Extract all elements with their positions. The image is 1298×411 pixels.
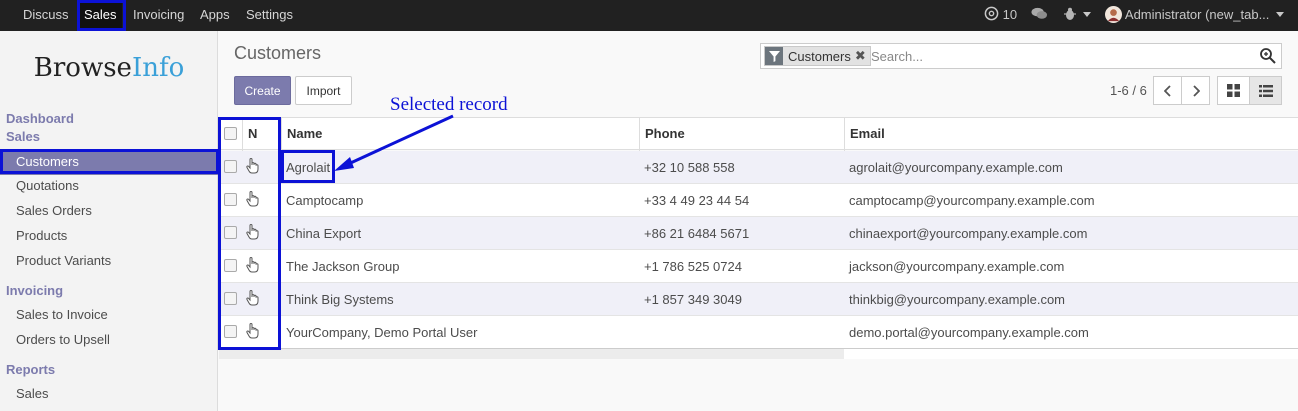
- search-bar[interactable]: Customers ✖: [760, 43, 1282, 69]
- pager-next-button[interactable]: [1181, 76, 1210, 105]
- drag-handle-icon[interactable]: [246, 191, 260, 207]
- column-handle[interactable]: N: [248, 126, 257, 141]
- pager-value[interactable]: 1-6 / 6: [1110, 83, 1147, 98]
- row-email: jackson@yourcompany.example.com: [849, 259, 1065, 274]
- sidebar-section-invoicing: Invoicing: [6, 283, 64, 298]
- row-email: thinkbig@yourcompany.example.com: [849, 292, 1065, 307]
- sidebar-item-sales-to-invoice[interactable]: Sales to Invoice: [16, 307, 108, 322]
- drag-handle-icon[interactable]: [246, 158, 260, 174]
- sidebar-item-dashboard[interactable]: Dashboard: [6, 111, 74, 126]
- search-facet-label: Customers: [788, 48, 851, 64]
- list-view-button[interactable]: [1249, 76, 1282, 105]
- caret-down-icon: [1276, 12, 1285, 17]
- row-phone: +32 10 588 558: [644, 160, 735, 175]
- table-row[interactable]: Think Big Systems +1 857 349 3049 thinkbig…: [219, 283, 1298, 316]
- table-row[interactable]: YourCompany, Demo Portal User demo.portal…: [219, 316, 1298, 349]
- row-name: Agrolait: [286, 160, 331, 175]
- row-phone: +86 21 6484 5671: [644, 226, 750, 241]
- row-checkbox[interactable]: [224, 160, 237, 173]
- sidebar-item-sales-orders[interactable]: Sales Orders: [16, 203, 92, 218]
- activity-button[interactable]: 10: [984, 0, 1017, 31]
- menu-apps[interactable]: Apps: [200, 0, 230, 31]
- column-name[interactable]: Name: [287, 126, 322, 141]
- drag-handle-icon[interactable]: [246, 290, 260, 306]
- column-phone[interactable]: Phone: [645, 126, 685, 141]
- row-phone: +1 786 525 0724: [644, 259, 742, 274]
- chat-icon: [1031, 7, 1048, 19]
- column-email[interactable]: Email: [850, 126, 885, 141]
- row-name: YourCompany, Demo Portal User: [286, 325, 478, 340]
- kanban-icon: [1227, 84, 1240, 97]
- bug-icon: [1064, 7, 1076, 20]
- sidebar-item-customers[interactable]: Customers: [0, 150, 218, 175]
- activity-icon: [984, 6, 999, 21]
- sidebar-item-product-variants[interactable]: Product Variants: [16, 253, 111, 268]
- chevron-right-icon: [1192, 84, 1200, 97]
- annotation-arrow-icon: [334, 114, 454, 171]
- table-row[interactable]: The Jackson Group +1 786 525 0724 jackson@…: [219, 250, 1298, 283]
- menu-settings[interactable]: Settings: [246, 0, 293, 31]
- chevron-left-icon: [1163, 84, 1171, 97]
- list-icon: [1258, 84, 1273, 97]
- debug-menu-button[interactable]: [1063, 0, 1091, 31]
- activity-count: 10: [1002, 7, 1018, 22]
- page-title: Customers: [234, 43, 322, 63]
- caret-down-icon: [1082, 12, 1091, 17]
- row-email: chinaexport@yourcompany.example.com: [849, 226, 1088, 241]
- sidebar-section-reports: Reports: [6, 362, 56, 377]
- facet-remove-icon[interactable]: ✖: [855, 48, 870, 64]
- drag-handle-icon[interactable]: [246, 323, 260, 339]
- row-checkbox[interactable]: [224, 193, 237, 206]
- row-name: The Jackson Group: [286, 259, 400, 274]
- list-footer-sum: [219, 348, 844, 359]
- kanban-view-button[interactable]: [1217, 76, 1250, 105]
- create-button[interactable]: Create: [234, 76, 291, 105]
- messages-button[interactable]: [1031, 0, 1048, 31]
- table-row[interactable]: Camptocamp +33 4 49 23 44 54 camptocamp@yo…: [219, 184, 1298, 217]
- row-checkbox[interactable]: [224, 292, 237, 305]
- row-name: China Export: [286, 226, 362, 241]
- top-navbar: Discuss Sales Invoicing Apps Settings 10…: [0, 0, 1298, 31]
- menu-sales[interactable]: Sales: [79, 0, 122, 31]
- row-phone: +33 4 49 23 44 54: [644, 193, 750, 208]
- drag-handle-icon[interactable]: [246, 257, 260, 273]
- row-name: Camptocamp: [286, 193, 364, 208]
- sidebar-item-quotations[interactable]: Quotations: [16, 178, 79, 193]
- menu-discuss[interactable]: Discuss: [23, 0, 69, 31]
- row-checkbox[interactable]: [224, 325, 237, 338]
- user-name: Administrator (new_tab...: [1124, 7, 1270, 22]
- sidebar: BrowseInfo Dashboard Sales Customers Quo…: [0, 31, 218, 411]
- filter-icon: [765, 47, 783, 65]
- sidebar-section-sales: Sales: [6, 129, 40, 144]
- import-button[interactable]: Import: [295, 76, 352, 105]
- row-email: agrolait@yourcompany.example.com: [849, 160, 1063, 175]
- row-email: camptocamp@yourcompany.example.com: [849, 193, 1095, 208]
- row-email: demo.portal@yourcompany.example.com: [849, 325, 1089, 340]
- sidebar-item-reports-sales[interactable]: Sales: [16, 386, 49, 401]
- user-menu[interactable]: Administrator (new_tab...: [1105, 0, 1285, 31]
- avatar: [1105, 6, 1122, 23]
- row-checkbox[interactable]: [224, 226, 237, 239]
- row-name: Think Big Systems: [286, 292, 394, 307]
- menu-invoicing[interactable]: Invoicing: [133, 0, 184, 31]
- sidebar-item-orders-to-upsell[interactable]: Orders to Upsell: [16, 332, 110, 347]
- select-all-checkbox[interactable]: [224, 127, 237, 140]
- search-input[interactable]: [871, 47, 1251, 66]
- drag-handle-icon[interactable]: [246, 224, 260, 240]
- row-checkbox[interactable]: [224, 259, 237, 272]
- sidebar-item-products[interactable]: Products: [16, 228, 67, 243]
- company-logo: BrowseInfo: [33, 53, 185, 83]
- table-row[interactable]: China Export +86 21 6484 5671 chinaexport@…: [219, 217, 1298, 250]
- search-facet[interactable]: Customers ✖: [764, 46, 871, 66]
- row-phone: +1 857 349 3049: [644, 292, 742, 307]
- pager-previous-button[interactable]: [1153, 76, 1182, 105]
- search-icon[interactable]: [1259, 47, 1277, 65]
